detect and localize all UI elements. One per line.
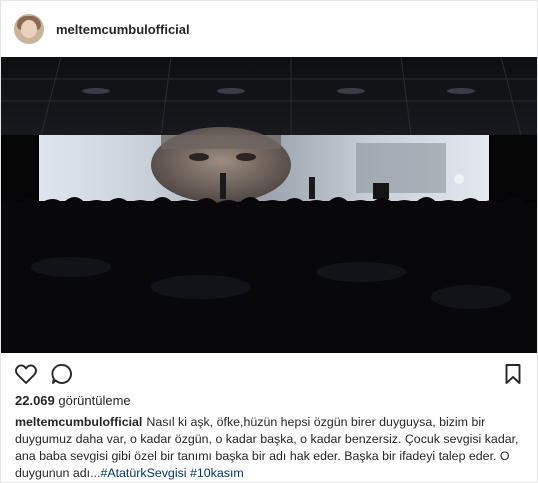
post-card: meltemcumbulofficial 22.069 görüntüleme … — [0, 0, 538, 483]
views-number: 22.069 — [15, 393, 55, 408]
views-label: görüntüleme — [58, 393, 131, 408]
caption-username[interactable]: meltemcumbulofficial — [15, 415, 142, 429]
heart-icon[interactable] — [14, 362, 38, 386]
post-actions — [1, 353, 537, 393]
comment-bubble-icon[interactable] — [50, 362, 74, 386]
view-count: 22.069 görüntüleme — [15, 393, 131, 408]
header-username[interactable]: meltemcumbulofficial — [56, 22, 190, 37]
profile-avatar[interactable] — [14, 14, 44, 44]
hashtag-link[interactable]: #AtatürkSevgisi — [100, 466, 186, 480]
post-caption: meltemcumbulofficial Nasıl ki aşk, öfke,h… — [15, 414, 525, 482]
bookmark-icon[interactable] — [501, 362, 525, 386]
post-video[interactable] — [1, 57, 537, 353]
hashtag-link[interactable]: #10kasım — [190, 466, 244, 480]
post-header: meltemcumbulofficial — [1, 1, 537, 58]
